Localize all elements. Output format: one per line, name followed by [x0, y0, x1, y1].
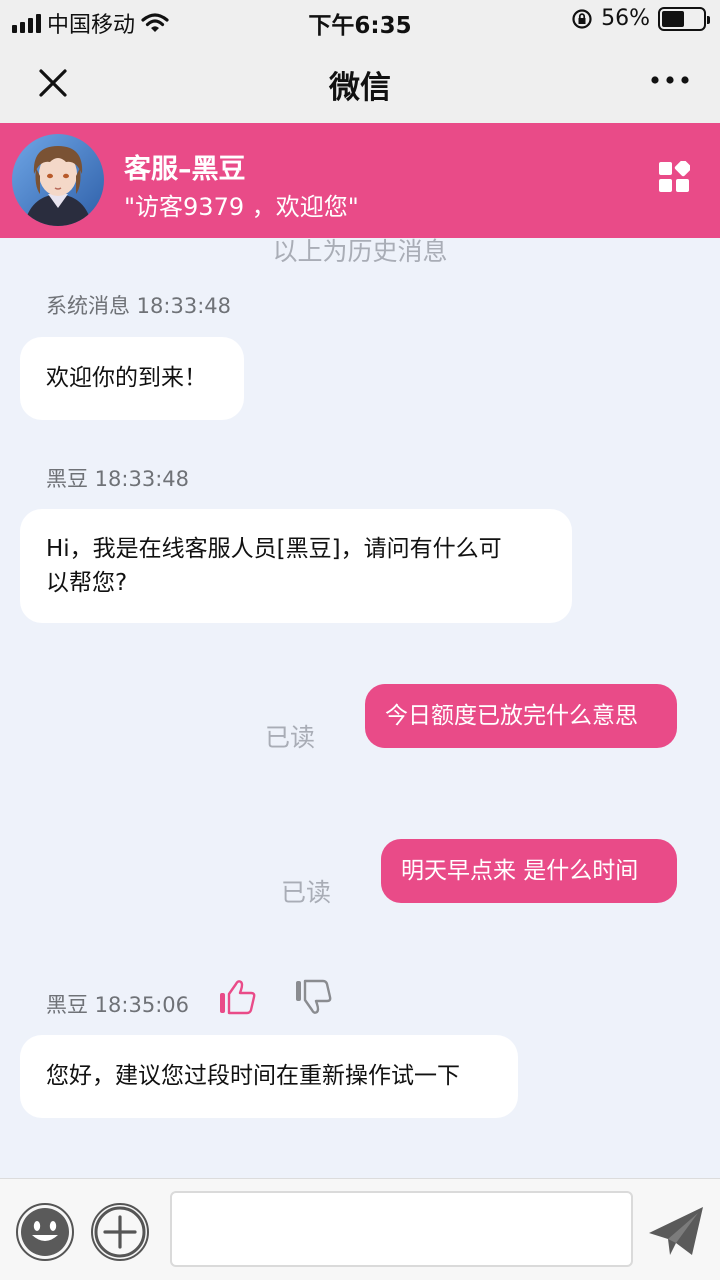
message-text: 明天早点来 是什么时间 — [401, 858, 639, 884]
message-input[interactable] — [170, 1191, 633, 1267]
message-meta: 黑豆 18:33:48 — [46, 467, 189, 491]
message-text: 以帮您? — [46, 570, 128, 596]
message-text: 欢迎你的到来！ — [46, 365, 207, 391]
message-meta: 黑豆 18:35:06 — [46, 993, 189, 1017]
message-bubble-incoming: 您好，建议您过段时间在重新操作试一下 — [20, 1035, 518, 1118]
plus-icon[interactable] — [89, 1201, 151, 1263]
thumbs-down-icon[interactable] — [292, 975, 336, 1019]
orientation-lock-icon — [572, 8, 592, 29]
more-icon[interactable] — [650, 70, 690, 90]
battery-icon — [658, 6, 710, 31]
message-text: 今日额度已放完什么意思 — [385, 703, 638, 729]
agent-header: 客服–黑豆 "访客9379 ，欢迎您" — [0, 123, 720, 238]
message-text: Hi，我是在线客服人员[黑豆]，请问有什么可 — [46, 536, 502, 562]
message-meta: 系统消息 18:33:48 — [46, 294, 231, 318]
read-status: 已读 — [281, 878, 332, 907]
message-bubble-incoming: Hi，我是在线客服人员[黑豆]，请问有什么可 以帮您? — [20, 509, 572, 623]
agent-name: 客服–黑豆 — [124, 154, 246, 185]
agent-welcome: "访客9379 ，欢迎您" — [124, 193, 359, 221]
send-icon[interactable] — [646, 1203, 706, 1259]
input-bar — [0, 1178, 720, 1280]
read-status: 已读 — [265, 723, 316, 752]
apps-icon[interactable] — [658, 161, 690, 193]
emoji-icon[interactable] — [14, 1201, 76, 1263]
message-bubble-incoming: 欢迎你的到来！ — [20, 337, 244, 420]
message-bubble-outgoing: 今日额度已放完什么意思 — [365, 684, 677, 748]
status-right: 56% — [571, 6, 710, 31]
message-text: 您好，建议您过段时间在重新操作试一下 — [46, 1063, 460, 1089]
battery-fill — [662, 10, 685, 27]
thumbs-up-icon[interactable] — [216, 975, 260, 1019]
history-note: 以上为历史消息 — [272, 237, 448, 266]
message-bubble-outgoing: 明天早点来 是什么时间 — [381, 839, 677, 903]
avatar[interactable] — [12, 134, 104, 226]
battery-percent: 56% — [601, 6, 650, 31]
nav-bar: 微信 — [0, 40, 720, 123]
page-title: 微信 — [329, 70, 391, 106]
status-bar: 中国移动 下午6:35 56% — [0, 0, 720, 40]
